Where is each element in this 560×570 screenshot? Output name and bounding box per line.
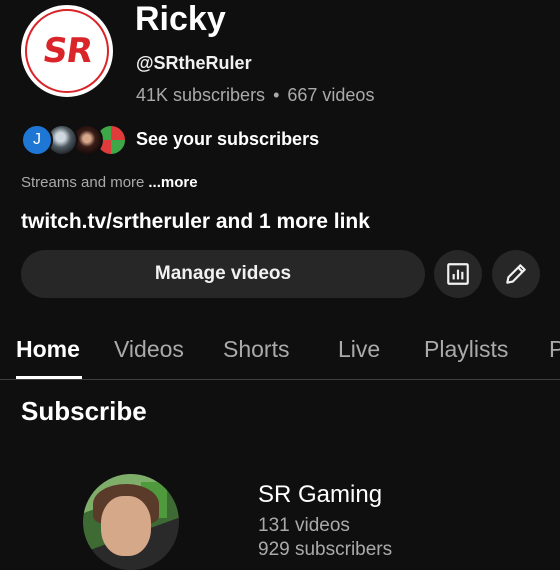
featured-channel-subscribers: 929 subscribers (258, 539, 393, 560)
featured-channel-avatar[interactable] (83, 474, 179, 570)
avatar-face (101, 496, 151, 556)
channel-handle: @SRtheRuler (136, 53, 252, 73)
more-link[interactable]: ...more (148, 174, 197, 191)
channel-stats: 41K subscribers • 667 videos (136, 85, 374, 106)
featured-channel-videos: 131 videos (258, 515, 350, 536)
edit-channel-button[interactable] (492, 250, 540, 298)
video-count: 667 videos (287, 85, 375, 105)
channel-links[interactable]: twitch.tv/srtheruler and 1 more link (21, 210, 370, 234)
tab-home[interactable]: Home (16, 336, 80, 363)
channel-tabs: Home Videos Shorts Live Playlists P (0, 330, 560, 380)
subscriber-avatars[interactable]: J (21, 124, 127, 156)
analytics-button[interactable] (434, 250, 482, 298)
tab-playlists[interactable]: Playlists (424, 336, 508, 363)
tab-posts-partial[interactable]: P (549, 336, 560, 363)
tab-shorts[interactable]: Shorts (223, 336, 289, 363)
stats-separator: • (273, 85, 280, 105)
tab-live[interactable]: Live (338, 336, 380, 363)
subscriber-initial: J (33, 131, 41, 148)
description-text: Streams and more (21, 174, 145, 191)
tab-videos[interactable]: Videos (114, 336, 184, 363)
pencil-icon (506, 264, 526, 284)
channel-avatar[interactable]: SR (21, 5, 113, 97)
tabs-divider (0, 379, 560, 380)
channel-name: Ricky (135, 0, 226, 38)
see-subscribers-link[interactable]: See your subscribers (136, 129, 319, 150)
analytics-icon (447, 263, 469, 285)
manage-videos-button[interactable]: Manage videos (21, 250, 425, 298)
channel-logo-text: SR (39, 31, 95, 71)
subscriber-count: 41K subscribers (136, 85, 266, 105)
section-title: Subscribe (21, 396, 147, 426)
channel-avatar-ring: SR (25, 9, 109, 93)
subscriber-avatar: J (21, 124, 53, 156)
featured-channel-name[interactable]: SR Gaming (258, 481, 382, 509)
channel-description[interactable]: Streams and more ...more (21, 174, 198, 191)
